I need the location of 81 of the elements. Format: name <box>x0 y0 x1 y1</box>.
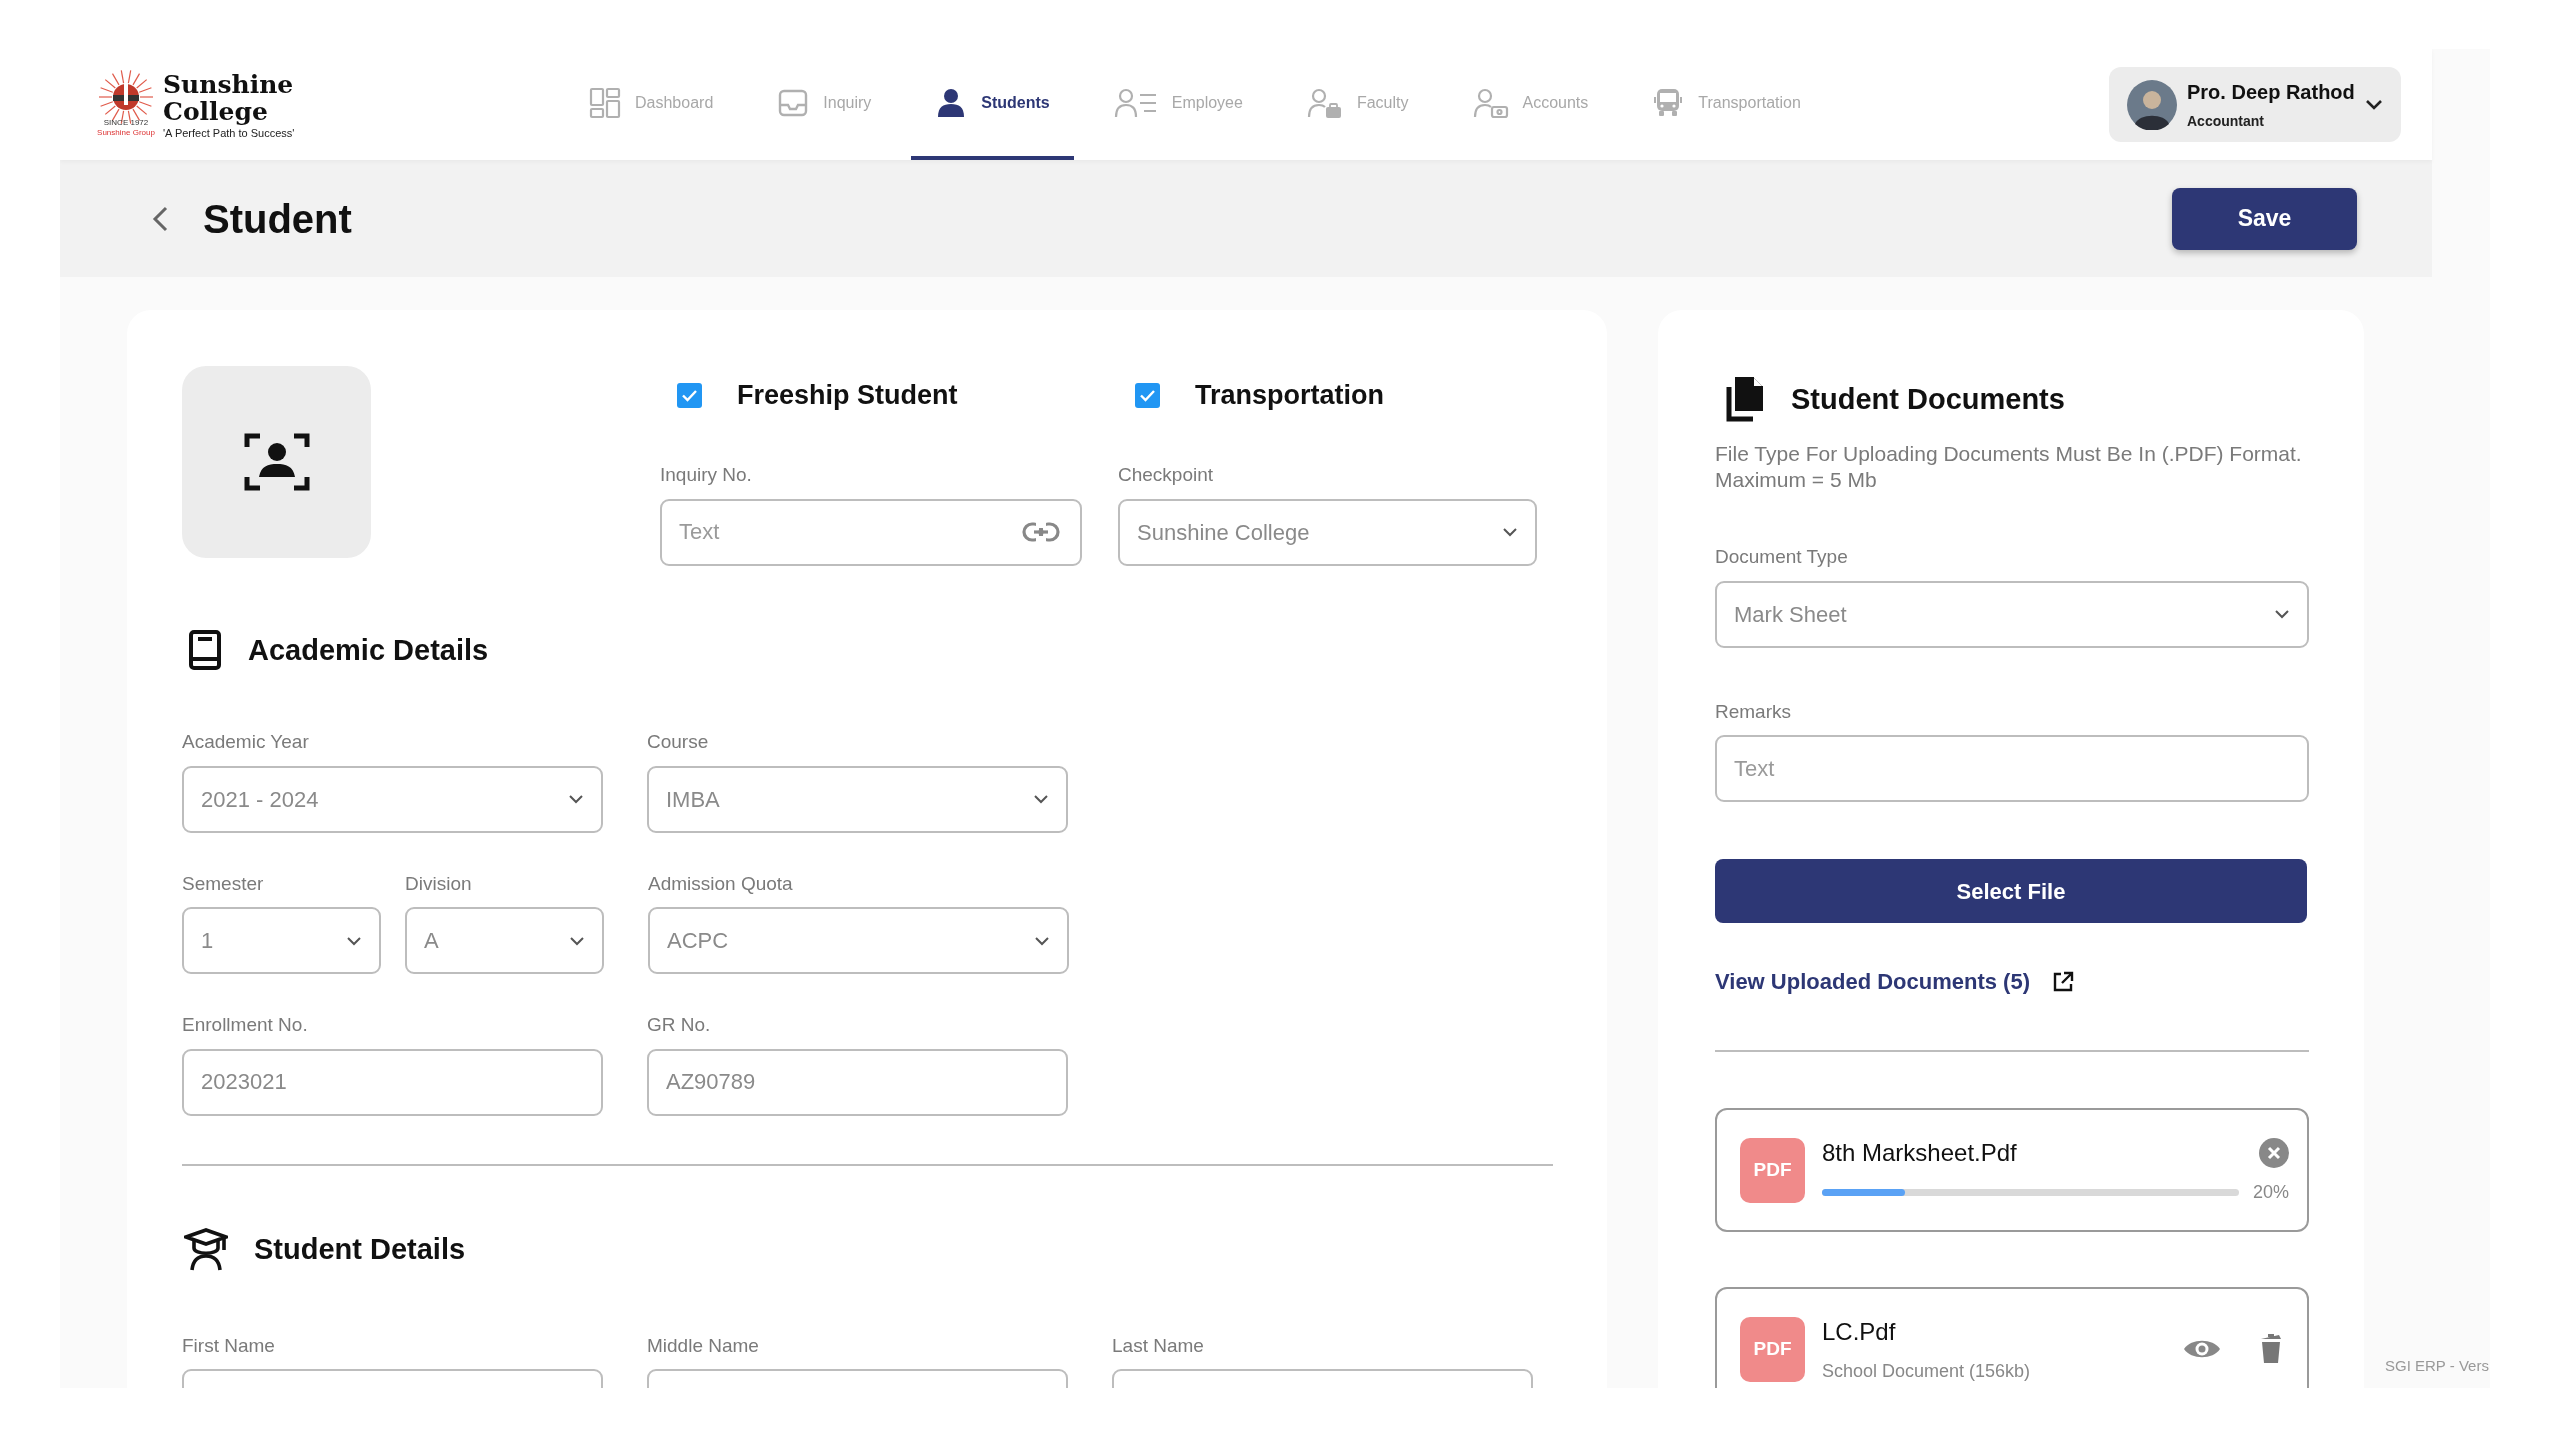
pdf-badge: PDF <box>1740 1316 1805 1382</box>
field-label: Remarks <box>1715 699 1792 724</box>
external-link-icon[interactable] <box>2052 970 2074 993</box>
file-name: 8th Marksheet.Pdf <box>1822 1137 2018 1168</box>
college-name: Sunshine <box>163 70 295 98</box>
chevron-down-icon <box>1033 794 1049 804</box>
dropdown[interactable]: Mark Sheet <box>1715 580 2309 648</box>
dropdown[interactable]: IMBA <box>647 765 1068 833</box>
file-details: School Document (156kb) <box>1822 1359 2032 1383</box>
emblem-text: SINCE 1972 <box>103 118 149 127</box>
input-field[interactable]: Text <box>660 498 1082 566</box>
chevron-down-icon <box>568 794 584 804</box>
person-list-icon <box>1113 86 1158 119</box>
field-label: Enrollment No. <box>182 1013 309 1037</box>
dropdown[interactable]: Sunshine College <box>1118 498 1537 566</box>
chevron-down-icon <box>2274 609 2290 619</box>
close-icon[interactable] <box>2259 1137 2289 1168</box>
avatar-icon <box>2127 79 2177 130</box>
nav-tab[interactable]: Inquiry <box>753 49 896 160</box>
dropdown[interactable]: 1 <box>182 907 381 974</box>
nav-tab[interactable]: Faculty <box>1282 49 1433 160</box>
chevron-down-icon <box>1034 935 1050 946</box>
page-title: Student <box>203 195 352 243</box>
emblem-text: Sunshine Group <box>97 128 155 137</box>
file-name: LC.Pdf <box>1822 1316 1897 1347</box>
pdf-badge: PDF <box>1740 1137 1805 1203</box>
college-name: College <box>163 97 269 125</box>
dropdown[interactable]: ACPC <box>648 907 1069 974</box>
checkbox-label: Freeship Student <box>737 378 958 412</box>
chevron-down-icon <box>2365 98 2383 111</box>
field-label: Middle Name <box>647 1333 760 1358</box>
field-label: Checkpoint <box>1118 463 1215 487</box>
book-icon <box>188 629 222 672</box>
field-label: Course <box>647 730 710 754</box>
link-icon <box>1022 520 1060 543</box>
info-text: Maximum = 5 Mb <box>1715 467 1878 493</box>
trash-icon[interactable] <box>2259 1334 2283 1364</box>
field-label: Semester <box>182 871 265 896</box>
field-label: GR No. <box>647 1013 712 1037</box>
section-title: Student Details <box>254 1231 466 1267</box>
user-role: Accountant <box>2187 112 2265 131</box>
person-scan-icon <box>243 431 310 493</box>
section-title: Student Documents <box>1791 382 2065 418</box>
person-briefcase-icon <box>1306 86 1343 119</box>
field-label: Document Type <box>1715 545 1849 569</box>
section-title: Academic Details <box>248 632 489 668</box>
dropdown[interactable]: 2021 - 2024 <box>182 765 603 833</box>
user-name: Pro. Deep Rathod <box>2187 80 2355 105</box>
user-menu[interactable]: Pro. Deep Rathod Accountant <box>2109 67 2401 142</box>
field-label: Inquiry No. <box>660 463 753 487</box>
select-file-button[interactable]: Select File <box>1715 859 2307 923</box>
checkbox[interactable] <box>677 382 702 408</box>
person-cash-icon <box>1472 86 1509 119</box>
nav-tab[interactable]: Dashboard <box>565 49 738 160</box>
bus-icon <box>1652 86 1685 119</box>
field-label: Last Name <box>1112 1333 1205 1358</box>
save-button[interactable]: Save <box>2172 187 2357 250</box>
input-field[interactable]: 2023021 <box>182 1048 603 1116</box>
field-label: Academic Year <box>182 730 310 754</box>
version-text: SGI ERP - Vers <box>2385 1356 2489 1376</box>
chevron-down-icon <box>1502 527 1518 537</box>
college-tagline: 'A Perfect Path to Success' <box>163 127 295 139</box>
field-label: First Name <box>182 1333 276 1358</box>
checkbox[interactable] <box>1135 382 1160 408</box>
dashboard-icon <box>589 86 621 119</box>
nav-tab[interactable]: Employee <box>1089 49 1267 160</box>
field-label: Division <box>405 871 473 896</box>
info-text: File Type For Uploading Documents Must Be In (.PDF) Format. <box>1715 441 2303 467</box>
chevron-down-icon <box>346 935 362 946</box>
progress-percent: 20% <box>2252 1180 2289 1204</box>
checkbox-label: Transportation <box>1195 378 1384 412</box>
photo-upload[interactable] <box>182 366 371 558</box>
input-field[interactable]: AZ90789 <box>647 1048 1068 1116</box>
dropdown[interactable]: A <box>405 907 604 974</box>
nav-tab[interactable]: Transportation <box>1628 49 1825 160</box>
view-documents-link[interactable]: View Uploaded Documents (5) <box>1715 965 2030 998</box>
field-label: Admission Quota <box>648 871 794 896</box>
nav-tab[interactable]: Accounts <box>1448 49 1613 160</box>
graduation-cap-icon <box>184 1227 228 1272</box>
chevron-down-icon <box>569 935 585 946</box>
input-field[interactable]: Text <box>1715 735 2309 802</box>
